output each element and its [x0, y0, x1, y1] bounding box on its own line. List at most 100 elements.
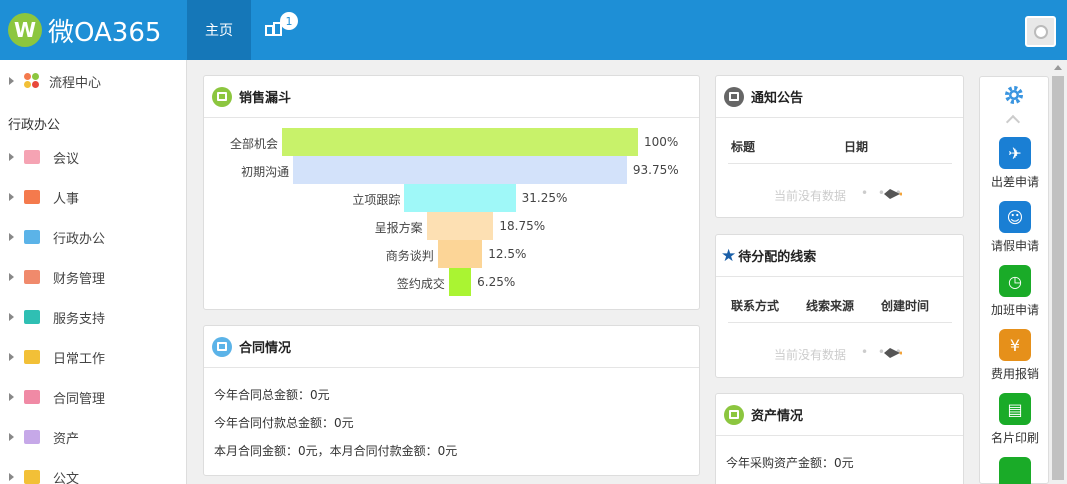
funnel-value-label: 93.75% — [632, 163, 679, 177]
quick-app-item[interactable]: ◷ 加班申请 — [980, 265, 1050, 318]
personnel-icon — [24, 190, 40, 204]
panel-title: 待分配的线索 — [738, 250, 817, 265]
rocket-icon — [884, 348, 902, 358]
notice-panel: 通知公告 标题 日期 当前没有数据 • • • — [715, 75, 964, 218]
quick-app-label: 请假申请 — [990, 239, 1039, 253]
flow-center-icon — [24, 73, 40, 89]
card-icon: ▤ — [999, 393, 1031, 425]
funnel-value-label: 31.25% — [521, 191, 568, 205]
funnel-stage-label: 初期沟通 — [241, 165, 290, 179]
sidebar-item-label: 合同管理 — [53, 391, 106, 407]
sidebar-item[interactable]: 资产 — [0, 417, 187, 457]
airplane-icon: ✈ — [999, 137, 1031, 169]
col-created: 创建时间 — [881, 299, 930, 313]
contract-total: 今年合同总金额：0元 — [214, 388, 330, 402]
logo[interactable]: W 微OA365 — [0, 0, 187, 60]
chat-icon — [212, 336, 232, 357]
chevron-up-icon[interactable] — [1005, 114, 1021, 130]
sidebar: 流程中心 行政办公 会议 人事 行政办公 财务管理 服务支持 日常工作 合同管理 资产 公文 — [0, 60, 187, 484]
panel-title: 合同情况 — [239, 341, 292, 356]
funnel-value-label: 6.25% — [477, 275, 516, 289]
sidebar-item[interactable]: 人事 — [0, 177, 187, 217]
funnel-value-label: 100% — [644, 135, 679, 149]
empty-message: 当前没有数据 — [774, 189, 847, 203]
quick-app-label: 加班申请 — [990, 303, 1039, 317]
funnel-stage-label: 商务谈判 — [385, 249, 434, 263]
funnel-bar[interactable] — [293, 156, 627, 184]
col-contact: 联系方式 — [731, 299, 780, 313]
panel-title: 资产情况 — [751, 409, 804, 424]
document-icon — [24, 470, 40, 484]
sidebar-item[interactable]: 行政办公 — [0, 217, 187, 257]
funnel-bar[interactable] — [404, 184, 516, 212]
divider — [728, 322, 952, 323]
chevron-right-icon — [9, 353, 14, 361]
scrollbar[interactable] — [1049, 60, 1067, 484]
col-title: 标题 — [731, 140, 756, 154]
sidebar-section-title: 行政办公 — [8, 118, 61, 133]
contract-paid-total: 今年合同付款总金额：0元 — [214, 416, 354, 430]
panel-header: 资产情况 — [716, 394, 963, 436]
daily-icon — [24, 350, 40, 364]
more-app-icon[interactable] — [999, 457, 1031, 484]
logo-text: 微OA365 — [48, 17, 162, 48]
user-icon — [1033, 24, 1048, 39]
quick-app-item[interactable]: ▤ 名片印刷 — [980, 393, 1050, 446]
contract-panel: 合同情况 今年合同总金额：0元 今年合同付款总金额：0元 本月合同金额：0元，本… — [203, 325, 700, 476]
funnel-bar[interactable] — [437, 240, 483, 268]
funnel-bar[interactable] — [426, 212, 494, 240]
funnel-value-label: 12.5% — [488, 247, 527, 261]
sidebar-item[interactable]: 会议 — [0, 137, 187, 177]
leads-panel: ★ 待分配的线索 联系方式 线索来源 创建时间 当前没有数据 • • • — [715, 234, 964, 378]
panel-header: ★ 待分配的线索 — [716, 235, 963, 277]
news-icon — [724, 86, 744, 107]
sidebar-item[interactable]: 财务管理 — [0, 257, 187, 297]
sidebar-item-label: 日常工作 — [53, 351, 106, 367]
panel-header: 通知公告 — [716, 76, 963, 118]
sidebar-item[interactable]: 日常工作 — [0, 337, 187, 377]
notification-badge: 1 — [280, 12, 298, 30]
nav-home-tab[interactable]: 主页 — [187, 0, 251, 60]
chevron-right-icon — [9, 433, 14, 441]
funnel-icon — [212, 86, 232, 107]
funnel-bar[interactable] — [448, 268, 472, 296]
sidebar-item[interactable]: 合同管理 — [0, 377, 187, 417]
chevron-right-icon — [9, 273, 14, 281]
scroll-thumb[interactable] — [1052, 76, 1064, 480]
admin-icon — [24, 230, 40, 244]
funnel-stage-label: 呈报方案 — [374, 221, 423, 235]
empty-message: 当前没有数据 — [774, 348, 847, 362]
contract-month: 本月合同金额：0元，本月合同付款金额：0元 — [214, 444, 458, 458]
assets-panel: 资产情况 今年采购资产金额：0元 — [715, 393, 964, 484]
panel-title: 通知公告 — [751, 91, 804, 106]
funnel-stage-label: 全部机会 — [229, 137, 278, 151]
asset-icon — [724, 404, 744, 425]
star-icon: ★ — [721, 245, 737, 266]
funnel-bar[interactable] — [282, 128, 638, 156]
asset-icon — [24, 430, 40, 444]
sidebar-item-label: 流程中心 — [49, 75, 102, 91]
col-date: 日期 — [844, 140, 869, 154]
sidebar-item-label: 行政办公 — [53, 231, 106, 247]
sidebar-item[interactable]: 公文 — [0, 457, 187, 484]
col-source: 线索来源 — [806, 299, 855, 313]
avatar[interactable] — [1025, 16, 1056, 47]
sidebar-item-label: 会议 — [53, 151, 80, 167]
quick-apps-panel: ✈ 出差申请 ☺ 请假申请 ◷ 加班申请 ¥ 费用报销 ▤ 名片印刷 — [979, 76, 1049, 484]
quick-app-item[interactable]: ¥ 费用报销 — [980, 329, 1050, 382]
top-bar: W 微OA365 主页 1 — [0, 0, 1067, 60]
sidebar-item-label: 服务支持 — [53, 311, 106, 327]
scroll-up-arrow[interactable] — [1054, 65, 1062, 70]
chevron-right-icon — [9, 233, 14, 241]
gear-icon[interactable] — [1002, 83, 1026, 107]
chevron-right-icon — [9, 193, 14, 201]
expense-icon: ¥ — [999, 329, 1031, 361]
chevron-right-icon — [9, 313, 14, 321]
sidebar-item-flow-center[interactable]: 流程中心 — [0, 61, 187, 101]
quick-app-item[interactable]: ✈ 出差申请 — [980, 137, 1050, 190]
quick-app-item[interactable]: ☺ 请假申请 — [980, 201, 1050, 254]
contract-icon — [24, 390, 40, 404]
divider — [728, 163, 952, 164]
panel-header: 销售漏斗 — [204, 76, 699, 118]
sidebar-item[interactable]: 服务支持 — [0, 297, 187, 337]
